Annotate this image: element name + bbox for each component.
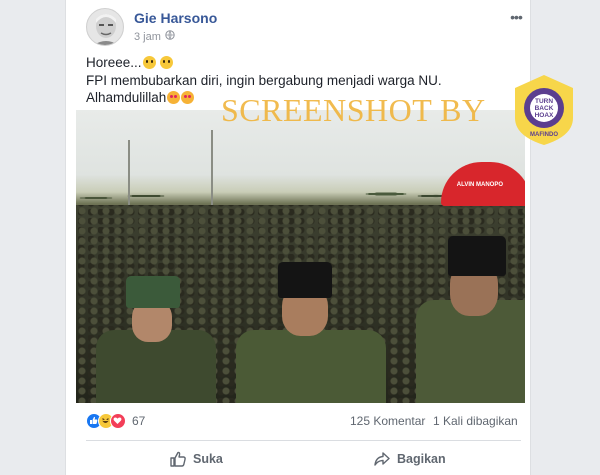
more-options-icon[interactable]: ••• <box>506 10 526 24</box>
love-reaction-icon <box>110 413 126 429</box>
heart-eyes-emoji-icon <box>181 91 195 104</box>
comments-count-link[interactable]: 125 Komentar <box>350 414 425 428</box>
globe-icon <box>165 30 175 43</box>
post-card: Gie Harsono 3 jam ••• Horeee... FPI memb… <box>65 0 573 475</box>
divider <box>86 440 521 441</box>
badge-bottom: MAFINDO <box>530 132 558 138</box>
reactions-summary[interactable]: 67 <box>86 413 145 429</box>
pole <box>128 140 130 210</box>
shares-count-link[interactable]: 1 Kali dibagikan <box>433 414 518 428</box>
grinning-emoji-icon <box>142 56 156 69</box>
avatar-image <box>87 9 123 45</box>
share-arrow-icon <box>374 452 390 466</box>
heart-eyes-emoji-icon <box>167 91 181 104</box>
like-button-label: Suka <box>193 452 223 466</box>
mafindo-badge-icon: TURN BACK HOAX MAFINDO <box>513 74 575 146</box>
post-photo[interactable]: ALVIN MANOPO <box>76 110 525 403</box>
umbrella-text: ALVIN MANOPO <box>456 182 503 188</box>
like-button[interactable]: Suka <box>169 450 223 468</box>
reaction-count[interactable]: 67 <box>132 414 145 428</box>
badge-line-3: HOAX <box>535 112 554 119</box>
post-stats: 67 125 Komentar 1 Kali dibagikan <box>86 411 526 431</box>
badge-line-1: TURN <box>535 98 553 105</box>
thumbs-up-icon <box>170 451 186 467</box>
post-time[interactable]: 3 jam <box>134 31 161 43</box>
share-button-label: Bagikan <box>397 452 446 466</box>
watermark-text: SCREENSHOT BY <box>221 92 486 128</box>
share-button[interactable]: Bagikan <box>373 450 446 468</box>
badge-line-2: BACK <box>535 105 554 112</box>
post-meta: 3 jam <box>134 30 175 43</box>
post-line-1: Horeee... <box>86 54 526 72</box>
author-name[interactable]: Gie Harsono <box>134 10 217 26</box>
grinning-emoji-icon <box>160 56 174 69</box>
post-header: Gie Harsono 3 jam ••• <box>86 8 526 48</box>
post-line-2: FPI membubarkan diri, ingin bergabung me… <box>86 72 442 88</box>
avatar[interactable] <box>86 8 124 46</box>
